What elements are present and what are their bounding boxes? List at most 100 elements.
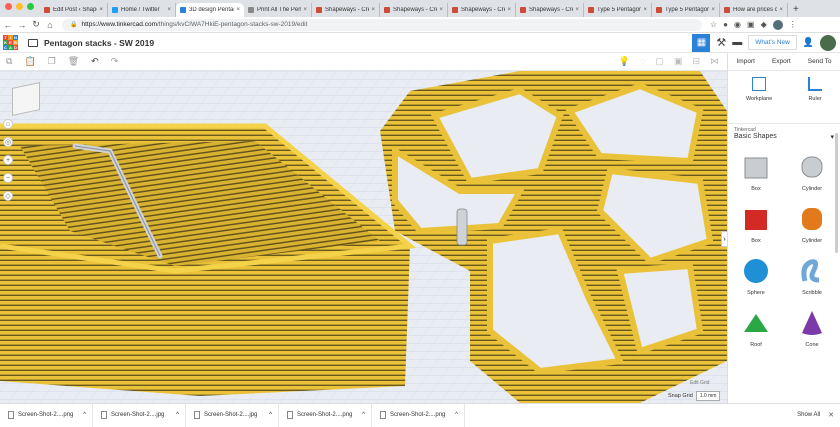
browser-tab[interactable]: Type 5 Pentagon ×	[652, 3, 720, 17]
workplane-tool[interactable]: Workplane	[746, 77, 772, 123]
download-item[interactable]: Screen-Shot-2....png ^	[372, 403, 465, 427]
show-all-downloads[interactable]: Show All	[797, 412, 820, 418]
close-window-button[interactable]	[5, 3, 12, 10]
browser-tab[interactable]: Shapeways - Creat×	[380, 3, 448, 17]
shape-sphere[interactable]: Sphere	[728, 256, 784, 296]
minimize-window-button[interactable]	[16, 3, 23, 10]
download-list: Screen-Shot-2....png ^ Screen-Shot-2....jp…	[0, 403, 465, 427]
browser-tab[interactable]: Edit Post ‹ Shapew×	[40, 3, 108, 17]
star-icon[interactable]: ☆	[710, 20, 717, 29]
download-item[interactable]: Screen-Shot-2....jpg ^	[93, 403, 186, 427]
add-user-icon[interactable]: 👤	[803, 37, 814, 48]
profile-avatar[interactable]	[772, 19, 783, 30]
copy-icon[interactable]: ⧉	[6, 56, 12, 67]
close-tab-icon[interactable]: ×	[575, 7, 579, 13]
chevron-up-icon[interactable]: ^	[83, 412, 86, 418]
browser-tab[interactable]: 3D design Pentagon×	[176, 3, 244, 17]
close-tab-icon[interactable]: ×	[711, 7, 715, 13]
mirror-icon[interactable]: ⋈	[710, 56, 719, 67]
close-tab-icon[interactable]: ×	[236, 7, 240, 13]
light-icon[interactable]: 💡	[619, 56, 630, 67]
panel-scrollbar[interactable]	[835, 133, 838, 253]
export-button[interactable]: Export	[772, 58, 791, 65]
3d-view-button[interactable]: ▦	[692, 33, 711, 52]
download-item[interactable]: Screen-Shot-2....png ^	[279, 403, 372, 427]
close-tab-icon[interactable]: ×	[303, 7, 307, 13]
3d-workplane-canvas[interactable]: ⌂ ◎ + − ◇ Edit Grid Snap Grid 1.0 mm	[0, 71, 727, 403]
new-tab-button[interactable]: +	[788, 4, 804, 17]
download-item[interactable]: Screen-Shot-2....png ^	[0, 403, 93, 427]
shape-box-hole[interactable]: Box	[728, 152, 784, 192]
close-tab-icon[interactable]: ×	[99, 7, 103, 13]
perspective-icon[interactable]: ◇	[3, 191, 13, 201]
chevron-up-icon[interactable]: ^	[269, 412, 272, 418]
download-item[interactable]: Screen-Shot-2....jpg ^	[186, 403, 279, 427]
reload-icon[interactable]: ↻	[30, 19, 42, 30]
browser-tab[interactable]: How are prices ca ×	[720, 3, 788, 17]
briefcase-icon[interactable]: ▬	[732, 37, 742, 48]
group-icon[interactable]: ▢	[655, 56, 664, 67]
close-tab-icon[interactable]: ×	[507, 7, 511, 13]
shape-box[interactable]: Box	[728, 204, 784, 244]
snap-grid-select[interactable]: 1.0 mm	[695, 391, 721, 401]
chevron-up-icon[interactable]: ^	[176, 412, 179, 418]
home-icon[interactable]: ⌂	[44, 20, 56, 30]
zoom-out-icon[interactable]: −	[3, 173, 13, 183]
browser-tab[interactable]: Shapeways - Creat×	[516, 3, 584, 17]
pocket-icon[interactable]: ▣	[747, 20, 755, 29]
shape-roof[interactable]: Roof	[728, 308, 784, 348]
home-view-icon[interactable]: ⌂	[3, 119, 13, 129]
design-menu-icon[interactable]	[28, 38, 38, 47]
delete-icon[interactable]: 🗑	[68, 56, 79, 67]
shape-cone[interactable]: Cone	[784, 308, 840, 348]
file-icon	[380, 411, 386, 419]
tab-favicon-icon	[316, 7, 322, 13]
url-field[interactable]: 🔒 https://www.tinkercad.com/things/kvCIW…	[62, 18, 702, 31]
close-tab-icon[interactable]: ×	[779, 7, 783, 13]
forward-icon[interactable]: →	[16, 20, 28, 30]
chevron-up-icon[interactable]: ^	[455, 412, 458, 418]
redo-icon[interactable]: ↷	[111, 56, 119, 67]
browser-tab[interactable]: Shapeways - Creat×	[312, 3, 380, 17]
align-icon[interactable]: ⊟	[692, 56, 700, 67]
edit-grid-link[interactable]: Edit Grid	[690, 380, 709, 386]
chevron-up-icon[interactable]: ^	[362, 412, 365, 418]
ungroup-icon[interactable]: ▣	[674, 56, 683, 67]
camera-icon[interactable]: ◉	[734, 20, 741, 29]
undo-icon[interactable]: ↶	[91, 56, 99, 67]
view-cube[interactable]	[12, 82, 40, 116]
close-tab-icon[interactable]: ×	[371, 7, 375, 13]
browser-tab[interactable]: Type 5 Pentagon ×	[584, 3, 652, 17]
import-button[interactable]: Import	[737, 58, 755, 65]
design-title[interactable]: Pentagon stacks - SW 2019	[44, 38, 154, 48]
back-icon[interactable]: ←	[2, 20, 14, 30]
tab-favicon-icon	[724, 7, 730, 13]
close-downloads-icon[interactable]: ✕	[828, 411, 834, 419]
hole-icon[interactable]: ◌	[640, 56, 645, 67]
zoom-in-icon[interactable]: +	[3, 155, 13, 165]
fit-view-icon[interactable]: ◎	[3, 137, 13, 147]
shape-scribble[interactable]: Scribble	[784, 256, 840, 296]
close-tab-icon[interactable]: ×	[439, 7, 443, 13]
extension-icon[interactable]: ●	[723, 20, 728, 29]
tinkercad-logo[interactable]: TINKERCAD	[3, 35, 18, 50]
shape-library-select[interactable]: Tinkercad Basic Shapes ▾	[728, 123, 840, 144]
paste-icon[interactable]: 📋	[24, 56, 35, 67]
browser-tab[interactable]: Shapeways - Creat×	[448, 3, 516, 17]
maximize-window-button[interactable]	[27, 3, 34, 10]
close-tab-icon[interactable]: ×	[643, 7, 647, 13]
user-avatar[interactable]	[820, 34, 836, 51]
import-export-bar: Import Export Send To	[728, 53, 840, 71]
shape-cylinder-hole[interactable]: Cylinder	[784, 152, 840, 192]
hammer-icon[interactable]: ⚒	[716, 36, 726, 49]
ruler-tool[interactable]: Ruler	[808, 77, 823, 123]
duplicate-icon[interactable]: ❐	[48, 56, 56, 67]
menu-icon[interactable]: ⋮	[789, 20, 797, 29]
close-tab-icon[interactable]: ×	[167, 7, 171, 13]
extension-icon-2[interactable]: ◆	[761, 20, 767, 29]
shape-cylinder[interactable]: Cylinder	[784, 204, 840, 244]
browser-tab[interactable]: Home / Twitter ×	[108, 3, 176, 17]
send-to-button[interactable]: Send To	[808, 58, 832, 65]
browser-tab[interactable]: Print All The Penta×	[244, 3, 312, 17]
whats-new-button[interactable]: What's New	[748, 35, 797, 50]
